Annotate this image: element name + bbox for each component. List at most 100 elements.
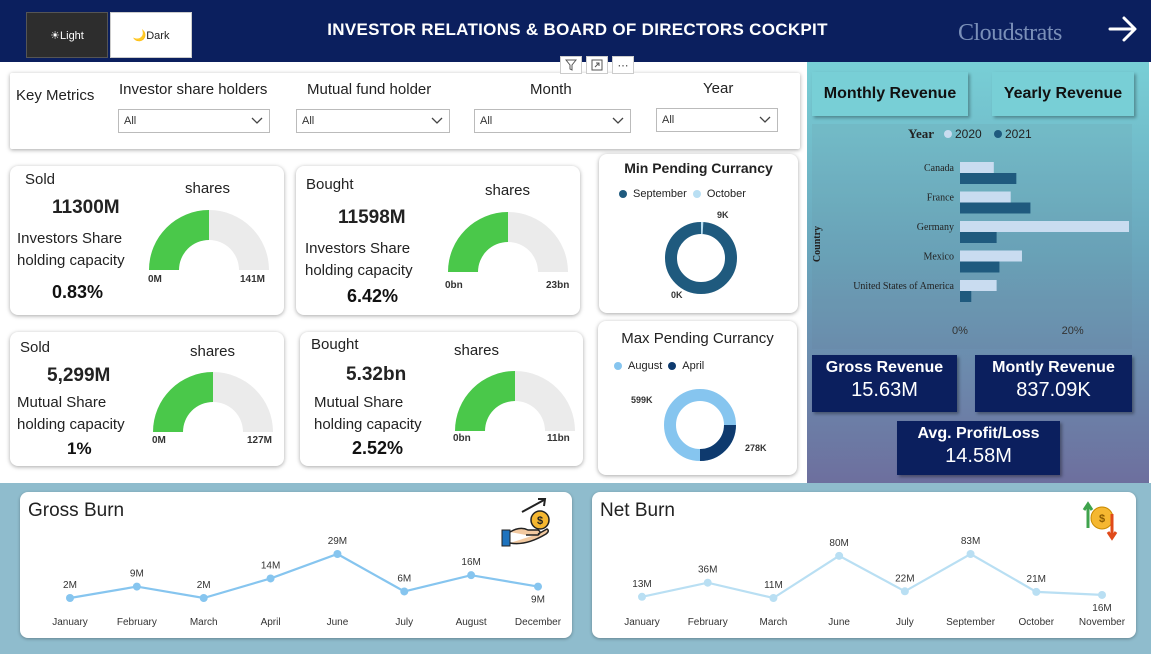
gauge-title: Bought — [306, 176, 354, 193]
gross-revenue-value: 15.63M — [851, 379, 918, 401]
gauge-fill — [153, 372, 213, 432]
bar — [960, 162, 994, 173]
legend-dot — [614, 362, 622, 370]
month-filter-dropdown[interactable]: All — [474, 109, 631, 133]
x-tick-label: July — [896, 617, 914, 628]
bar — [960, 261, 1000, 273]
gauge-value: 11598M — [338, 207, 406, 228]
chevron-down-icon — [251, 117, 263, 124]
max-pending-left-label: 599K — [631, 395, 653, 405]
investor-filter-label: Investor share holders — [119, 81, 268, 98]
gauge-arc — [149, 210, 269, 270]
gauge-percentage: 2.52% — [352, 438, 404, 458]
mutual-filter-dropdown[interactable]: All — [296, 109, 450, 133]
x-tick-label: March — [760, 617, 788, 628]
monthly-revenue-kpi: Montly Revenue 837.09K — [975, 355, 1132, 412]
filter-panel: Key Metrics Investor share holders All M… — [10, 73, 800, 149]
data-point — [900, 587, 909, 596]
x-tick-label: June — [828, 617, 850, 628]
arrow-right-icon[interactable] — [1106, 12, 1140, 46]
key-metrics-label: Key Metrics — [16, 87, 95, 104]
data-label: 9M — [531, 595, 545, 606]
legend-label: August — [628, 360, 663, 372]
gauge-max-label: 11bn — [547, 433, 570, 444]
monthly-revenue-button[interactable]: Monthly Revenue — [812, 72, 968, 116]
investor-filter-dropdown[interactable]: All — [118, 109, 270, 133]
gauge-fill — [455, 371, 515, 431]
gauge-arc — [455, 371, 575, 431]
data-point — [400, 587, 409, 596]
x-tick-label: February — [117, 617, 157, 628]
gauge-unit: shares — [185, 180, 231, 197]
mutual-filter-value: All — [302, 115, 315, 127]
data-label: 29M — [328, 536, 347, 547]
year-filter-dropdown[interactable]: All — [656, 108, 778, 132]
focus-mode-icon[interactable] — [586, 56, 608, 74]
chevron-down-icon — [612, 117, 624, 124]
data-label: 21M — [1027, 574, 1046, 585]
category-label: Germany — [917, 222, 954, 233]
data-point — [333, 550, 342, 558]
gauge-title: Bought — [311, 336, 359, 353]
data-label: 14M — [261, 560, 280, 571]
data-point — [132, 582, 141, 591]
gauge-value: 5,299M — [47, 365, 111, 386]
svg-text:$: $ — [1099, 513, 1105, 525]
monthly-revenue-value: 837.09K — [1016, 379, 1091, 401]
gross-revenue-label: Gross Revenue — [825, 359, 944, 376]
gauge-unit: shares — [190, 343, 236, 360]
max-pending-card: Max Pending Currancy August April 599K 2… — [598, 321, 797, 475]
gauge-card-mutual-bought: Bought 5.32bn Mutual Share holding capac… — [300, 332, 583, 466]
legend-label: 2020 — [955, 127, 982, 141]
investor-filter-value: All — [124, 115, 137, 127]
gross-revenue-kpi: Gross Revenue 15.63M — [812, 355, 957, 412]
month-filter-label: Month — [530, 81, 572, 98]
gauge-max-label: 127M — [247, 435, 273, 446]
gauge-max-label: 23bn — [546, 280, 570, 291]
legend-title: Year — [908, 126, 934, 141]
gauge-card-investor-bought: Bought 11598M Investors Share holding ca… — [296, 166, 580, 315]
monthly-revenue-label: Montly Revenue — [992, 359, 1115, 376]
gauge-percentage: 6.42% — [347, 286, 399, 306]
gauge-caption: Investors Share holding capacity — [305, 238, 413, 282]
data-point — [638, 592, 646, 601]
bar — [960, 250, 1022, 262]
data-label: 6M — [397, 573, 411, 584]
net-burn-card: Net Burn $ 13M January 36M February 11M March… — [592, 492, 1136, 638]
bar — [960, 191, 1011, 203]
gauge-caption: Mutual Share holding capacity — [314, 392, 422, 436]
y-axis-label: Country — [812, 226, 823, 262]
category-label: Canada — [924, 163, 955, 174]
more-options-icon[interactable]: ⋯ — [612, 56, 634, 74]
data-point — [534, 582, 542, 591]
month-filter-value: All — [480, 115, 493, 127]
data-label: 16M — [1092, 603, 1111, 614]
avg-profit-value: 14.58M — [945, 445, 1012, 467]
x-tick-label: November — [1079, 617, 1126, 628]
gauge-unit: shares — [485, 182, 531, 199]
net-burn-chart: 13M January 36M February 11M March 80M June 22M J… — [624, 536, 1126, 628]
caption-line-2: holding capacity — [314, 416, 422, 433]
gauge-arc — [448, 212, 568, 272]
caption-line-1: Mutual Share — [17, 394, 107, 411]
min-pending-bottom-label: 0K — [671, 290, 683, 300]
category-label: United States of America — [853, 281, 954, 292]
min-pending-legend: September October — [619, 188, 746, 200]
min-pending-card: Min Pending Currancy September October 9… — [599, 154, 798, 313]
gauge-unit: shares — [454, 342, 500, 359]
max-pending-legend: August April — [614, 360, 704, 372]
gauge-title: Sold — [25, 171, 56, 188]
yearly-revenue-button[interactable]: Yearly Revenue — [992, 72, 1134, 116]
bar — [960, 280, 997, 291]
gauge-caption: Investors Share holding capacity — [17, 228, 125, 272]
x-tick-label: June — [327, 617, 349, 628]
chevron-down-icon — [431, 117, 443, 124]
gauge-fill — [448, 212, 508, 272]
filter-icon[interactable] — [560, 56, 582, 74]
light-theme-button[interactable]: ☀Light — [26, 12, 108, 58]
gauge-max-label: 141M — [240, 274, 266, 285]
chevron-down-icon — [759, 116, 771, 123]
dark-theme-button[interactable]: 🌙Dark — [110, 12, 192, 58]
mutual-filter-label: Mutual fund holder — [307, 81, 432, 98]
data-point — [1032, 587, 1041, 596]
